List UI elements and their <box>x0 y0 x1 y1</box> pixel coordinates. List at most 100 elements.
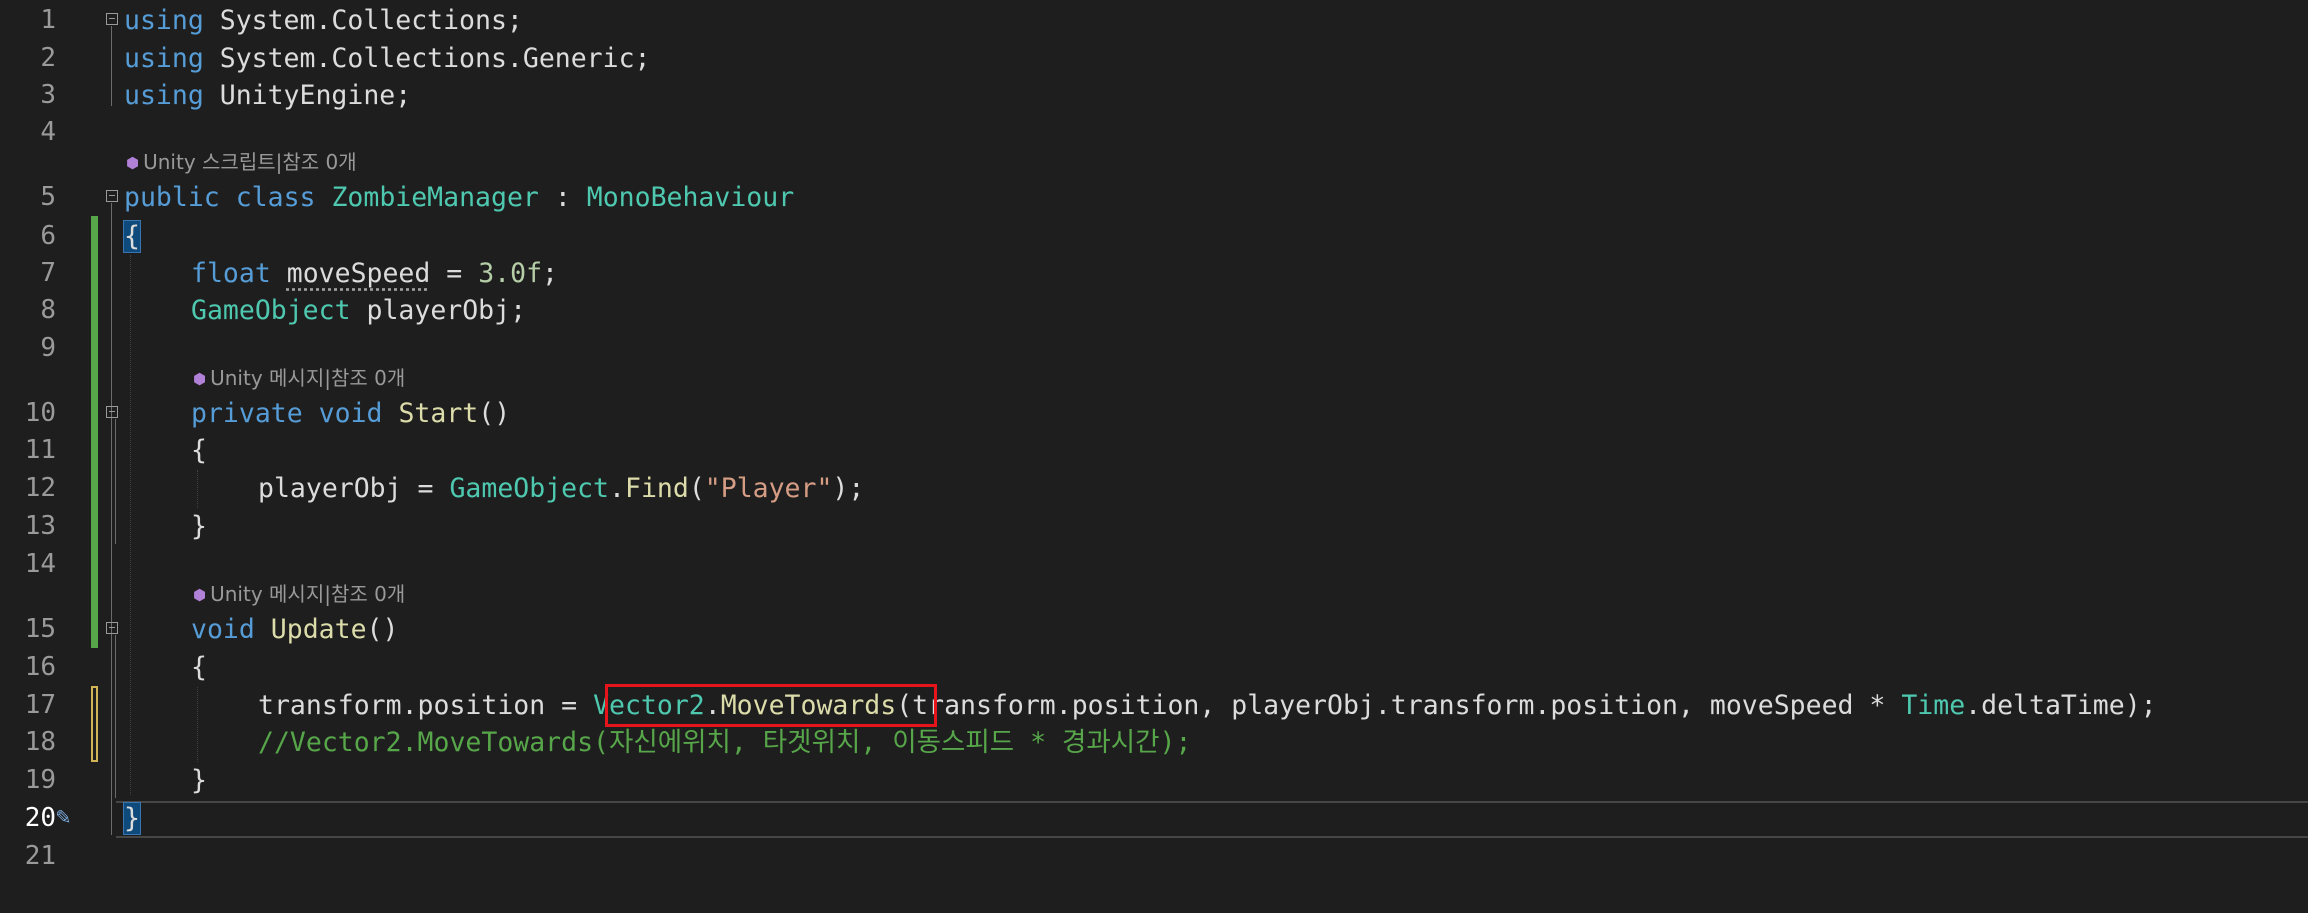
fold-collapse-icon[interactable] <box>106 190 118 202</box>
unsaved-change-bar <box>91 686 98 762</box>
punctuation: . <box>609 473 625 504</box>
line-number: 4 <box>40 117 56 147</box>
keyword: private <box>191 398 303 429</box>
punctuation: () <box>478 398 511 429</box>
fold-outline-line <box>111 203 112 835</box>
code-line-15[interactable]: void Update() <box>191 611 398 648</box>
indent-guide <box>197 470 198 508</box>
unity-cube-icon: ⬢ <box>193 370 207 388</box>
line-number: 3 <box>40 80 56 110</box>
line-number: 1 <box>40 5 56 35</box>
fold-outline-line <box>111 26 112 106</box>
operator: = <box>401 473 450 504</box>
field-name: playerObj <box>258 473 402 504</box>
class-name: ZombieManager <box>331 182 539 213</box>
punctuation: () <box>366 614 399 645</box>
codelens-text: Unity 메시지|참조 0개 <box>210 582 406 606</box>
line-number: 21 <box>24 841 56 871</box>
line-number: 13 <box>24 511 56 541</box>
codelens-class-references[interactable]: ⬢ Unity 스크립트|참조 0개 <box>126 149 357 175</box>
code-line-3[interactable]: using UnityEngine; <box>124 77 411 114</box>
punctuation: ); <box>832 473 865 504</box>
keyword: class <box>235 182 316 213</box>
line-number: 10 <box>24 398 56 428</box>
code-line-6[interactable]: { <box>123 218 141 255</box>
code-line-12[interactable]: playerObj = GameObject.Find("Player"); <box>258 470 864 507</box>
code-line-10[interactable]: private void Start() <box>191 395 510 432</box>
pencil-icon[interactable]: ✎ <box>56 801 70 831</box>
method-name: Update <box>270 614 367 645</box>
matched-brace: } <box>123 802 141 835</box>
line-number: 6 <box>40 221 56 251</box>
saved-change-bar <box>91 216 98 648</box>
keyword: public <box>124 182 220 213</box>
code-line-11[interactable]: { <box>191 432 207 469</box>
punctuation: { <box>191 435 207 466</box>
fold-outline-line <box>115 419 116 544</box>
keyword: using <box>124 5 204 36</box>
line-number: 14 <box>24 549 56 579</box>
line-number: 8 <box>40 295 56 325</box>
method-name: Start <box>398 398 479 429</box>
code-editor[interactable]: 1 2 3 4 5 6 7 8 9 10 11 12 13 14 15 16 1… <box>0 0 2308 913</box>
line-number: 7 <box>40 258 56 288</box>
code-line-16[interactable]: { <box>191 649 207 686</box>
fold-collapse-icon[interactable] <box>106 406 118 418</box>
codelens-start-references[interactable]: ⬢ Unity 메시지|참조 0개 <box>193 365 405 391</box>
namespace: UnityEngine; <box>203 80 412 111</box>
keyword: void <box>318 398 383 429</box>
punctuation: ; <box>542 258 559 289</box>
code-line-13[interactable]: } <box>191 508 207 545</box>
codelens-update-references[interactable]: ⬢ Unity 메시지|참조 0개 <box>193 581 405 607</box>
punctuation: } <box>191 511 207 542</box>
line-number: 16 <box>24 652 56 682</box>
punctuation: } <box>191 765 207 796</box>
code-line-7[interactable]: float moveSpeed = 3.0f; <box>191 255 558 292</box>
line-number: 19 <box>24 765 56 795</box>
namespace: System.Collections.Generic; <box>203 43 651 74</box>
operator: = <box>430 258 479 289</box>
annotation-highlight-box <box>605 684 937 727</box>
fold-outline-line <box>115 635 116 798</box>
indent-guide <box>197 687 198 762</box>
line-number: 18 <box>24 727 56 757</box>
code-line-20[interactable]: } <box>123 800 141 837</box>
line-number-current: 20 <box>24 803 56 833</box>
string-literal: "Player" <box>704 473 833 504</box>
line-number: 12 <box>24 473 56 503</box>
member-access: .deltaTime); <box>1965 690 2157 721</box>
line-number: 15 <box>24 614 56 644</box>
code-line-18[interactable]: //Vector2.MoveTowards(자신에위치, 타겟위치, 이동스피드… <box>258 724 1191 761</box>
field-declaration: playerObj; <box>350 295 527 326</box>
current-line-highlight <box>116 801 2308 838</box>
operator: = <box>545 690 594 721</box>
member-access: transform.position <box>258 690 546 721</box>
code-line-21[interactable] <box>124 838 144 875</box>
field-name: moveSpeed <box>286 258 431 289</box>
comment: //Vector2.MoveTowards(자신에위치, 타겟위치, 이동스피드… <box>258 727 1192 758</box>
keyword: float <box>191 258 271 289</box>
code-line-1[interactable]: using System.Collections; <box>124 2 523 39</box>
punctuation: : <box>538 182 587 213</box>
codelens-text: Unity 메시지|참조 0개 <box>210 366 406 390</box>
line-number: 9 <box>40 333 56 363</box>
keyword: using <box>124 80 204 111</box>
code-line-8[interactable]: GameObject playerObj; <box>191 292 526 329</box>
argument-list: (transform.position, playerObj.transform… <box>896 690 1902 721</box>
code-line-5[interactable]: public class ZombieManager : MonoBehavio… <box>124 179 794 216</box>
unity-cube-icon: ⬢ <box>126 154 140 172</box>
fold-collapse-icon[interactable] <box>106 622 118 634</box>
keyword: void <box>191 614 255 645</box>
keyword: using <box>124 43 204 74</box>
namespace: System.Collections; <box>203 5 523 36</box>
fold-collapse-icon[interactable] <box>106 13 118 25</box>
type-name: GameObject <box>449 473 610 504</box>
code-line-19[interactable]: } <box>191 762 207 799</box>
code-line-2[interactable]: using System.Collections.Generic; <box>124 40 651 77</box>
indent-guide <box>130 255 131 795</box>
line-number: 5 <box>40 182 56 212</box>
type-name: GameObject <box>191 295 351 326</box>
unity-cube-icon: ⬢ <box>193 586 207 604</box>
punctuation: { <box>191 652 207 683</box>
code-line-17[interactable]: transform.position = Vector2.MoveTowards… <box>258 687 2157 724</box>
